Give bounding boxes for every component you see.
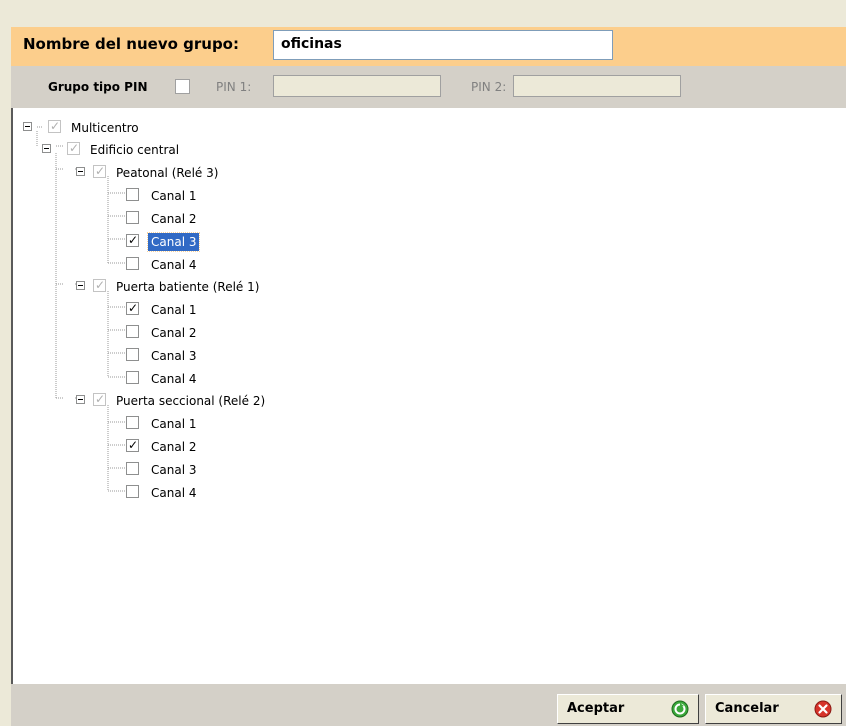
channel-label: Canal 2	[151, 326, 197, 340]
tree-label-building: Edificio central	[90, 143, 180, 157]
channel-checkbox[interactable]	[126, 257, 139, 270]
channel-checkbox[interactable]: ✓	[126, 438, 139, 452]
pin-type-checkbox[interactable]	[175, 79, 190, 94]
accept-button[interactable]: Aceptar	[557, 694, 699, 724]
pin-bar: Grupo tipo PIN PIN 1: PIN 2:	[11, 66, 846, 108]
group-name-label: Nombre del nuevo grupo:	[23, 35, 239, 53]
collapse-icon[interactable]	[76, 395, 85, 404]
channel-checkbox[interactable]: ✓	[126, 301, 139, 315]
cancel-icon	[814, 700, 832, 718]
channel-checkbox[interactable]	[126, 416, 139, 429]
channel-label: Canal 1	[151, 417, 197, 431]
pin1-field[interactable]	[273, 75, 441, 97]
channel-label: Canal 2	[151, 212, 197, 226]
channel-checkbox[interactable]	[126, 485, 139, 498]
channel-checkbox[interactable]	[126, 371, 139, 384]
channel-checkbox[interactable]	[126, 348, 139, 361]
tree-label-door: Peatonal (Relé 3)	[116, 166, 219, 180]
channel-checkbox[interactable]	[126, 462, 139, 475]
pin-type-label: Grupo tipo PIN	[48, 80, 148, 94]
tree-label-door: Puerta batiente (Relé 1)	[116, 280, 260, 294]
collapse-icon[interactable]	[23, 122, 32, 131]
channel-label: Canal 1	[151, 303, 197, 317]
group-name-header: Nombre del nuevo grupo: oficinas	[11, 27, 846, 66]
channel-label: Canal 3	[151, 463, 197, 477]
group-name-input[interactable]: oficinas	[273, 30, 613, 60]
tree-checkbox-door[interactable]: ✓	[93, 278, 106, 292]
pin2-label: PIN 2:	[471, 80, 507, 94]
cancel-button-label: Cancelar	[715, 701, 779, 716]
channel-checkbox[interactable]	[126, 211, 139, 224]
pin2-field[interactable]	[513, 75, 681, 97]
channel-label: Canal 4	[151, 258, 197, 272]
accept-button-label: Aceptar	[567, 701, 625, 716]
collapse-icon[interactable]	[76, 281, 85, 290]
access-tree: ✓ Multicentro ✓ Edificio central ✓ Peato…	[11, 108, 846, 684]
tree-checkbox-door[interactable]: ✓	[93, 164, 106, 178]
channel-checkbox[interactable]	[126, 188, 139, 201]
top-strip	[0, 0, 846, 27]
channel-label: Canal 4	[151, 486, 197, 500]
accept-icon	[671, 700, 689, 718]
channel-checkbox[interactable]: ✓	[126, 233, 139, 247]
channel-label: Canal 1	[151, 189, 197, 203]
tree-checkbox-building[interactable]: ✓	[67, 141, 80, 155]
pin1-label: PIN 1:	[216, 80, 252, 94]
channel-checkbox[interactable]	[126, 325, 139, 338]
channel-label: Canal 2	[151, 440, 197, 454]
tree-checkbox-root[interactable]: ✓	[48, 119, 61, 133]
tree-checkbox-door[interactable]: ✓	[93, 392, 106, 406]
channel-label: Canal 3	[151, 349, 197, 363]
collapse-icon[interactable]	[42, 144, 51, 153]
tree-label-root: Multicentro	[71, 121, 139, 135]
channel-label: Canal 4	[151, 372, 197, 386]
tree-label-door: Puerta seccional (Relé 2)	[116, 394, 266, 408]
channel-label-selected: Canal 3	[146, 232, 201, 252]
footer-bar: Aceptar Cancelar	[11, 684, 846, 726]
cancel-button[interactable]: Cancelar	[705, 694, 842, 724]
collapse-icon[interactable]	[76, 167, 85, 176]
